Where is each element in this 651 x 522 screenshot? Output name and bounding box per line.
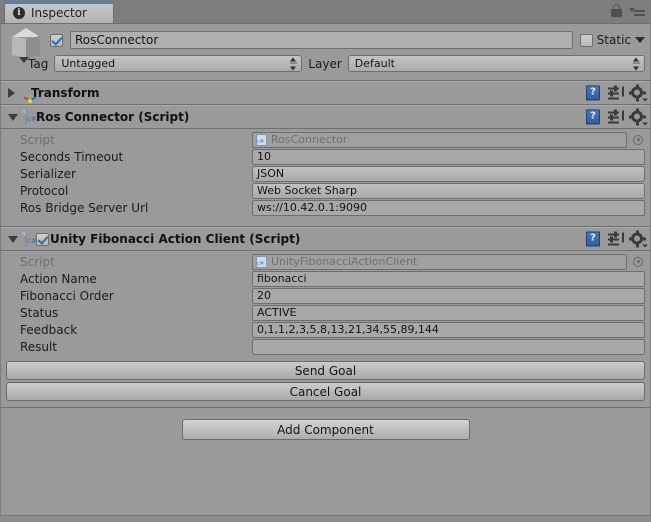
tab-inspector[interactable]: i Inspector (4, 1, 114, 23)
property-row-script: Script UnityFibonacciActionClient (6, 253, 645, 270)
csharp-script-icon (256, 133, 267, 146)
gameobject-name-input[interactable]: RosConnector (70, 31, 573, 49)
chevron-updown-icon (290, 57, 298, 70)
hamburger-menu-icon[interactable] (629, 5, 645, 16)
component-title-transform: Transform (31, 86, 100, 100)
send-goal-button[interactable]: Send Goal (6, 361, 645, 380)
static-group: Static (579, 33, 645, 47)
tabbar-right-tools (611, 4, 645, 17)
lock-icon[interactable] (611, 4, 622, 17)
component-header-ros-connector[interactable]: Ros Connector (Script) (0, 105, 651, 129)
csharp-script-icon (25, 231, 27, 247)
serializer-dropdown[interactable]: JSON (252, 165, 645, 182)
add-component-button[interactable]: Add Component (181, 419, 470, 440)
feedback-input[interactable]: 0,1,1,2,3,5,8,13,21,34,55,89,144 (252, 321, 645, 338)
info-icon: i (13, 7, 25, 19)
object-picker-icon[interactable] (631, 133, 645, 147)
gear-icon[interactable] (629, 230, 648, 248)
protocol-dropdown[interactable]: Web Socket Sharp (252, 182, 645, 199)
preset-icon[interactable] (608, 109, 624, 124)
properties-ros-connector: Script RosConnector Seconds Timeout 10 S… (0, 129, 651, 220)
property-label: Seconds Timeout (20, 149, 124, 164)
property-row-ros-bridge-server-url: Ros Bridge Server Url ws://10.42.0.1:909… (6, 199, 645, 216)
seconds-timeout-input[interactable]: 10 (252, 148, 645, 165)
property-label: Serializer (20, 166, 76, 181)
cancel-goal-button[interactable]: Cancel Goal (6, 382, 645, 401)
help-icon[interactable] (586, 231, 600, 247)
foldout-expanded-icon[interactable] (8, 113, 18, 121)
panel-edge-left (0, 23, 1, 522)
layer-dropdown[interactable]: Default (347, 55, 645, 72)
help-icon[interactable] (586, 109, 600, 125)
property-label: Action Name (20, 271, 97, 286)
foldout-collapsed-icon[interactable] (8, 88, 15, 98)
script-object-field[interactable]: UnityFibonacciActionClient (252, 253, 627, 270)
gameobject-header: RosConnector Static Tag Untagged Layer D… (0, 24, 651, 81)
property-row-serializer: Serializer JSON (6, 165, 645, 182)
add-component-area: Add Component (0, 408, 651, 440)
component-tools (586, 108, 648, 126)
property-row-script: Script RosConnector (6, 131, 645, 148)
script-object-field[interactable]: RosConnector (252, 131, 627, 148)
chevron-updown-icon (633, 167, 640, 180)
gameobject-name-row: RosConnector Static (50, 31, 645, 49)
chevron-updown-icon (633, 57, 640, 70)
foldout-expanded-icon[interactable] (8, 235, 18, 243)
action-name-input[interactable]: fibonacci (252, 270, 645, 287)
property-value: Web Socket Sharp (257, 183, 357, 197)
tab-inspector-label: Inspector (31, 6, 87, 20)
object-picker-icon[interactable] (631, 255, 645, 269)
tag-value: Untagged (61, 57, 116, 70)
component-header-transform[interactable]: Transform (0, 81, 651, 105)
property-label: Fibonacci Order (20, 288, 114, 303)
inspector-tabbar: i Inspector (0, 0, 651, 24)
property-label: Script (20, 132, 55, 147)
gear-icon[interactable] (629, 84, 648, 102)
property-label: Status (20, 305, 59, 320)
status-input[interactable]: ACTIVE (252, 304, 645, 321)
property-row-action-name: Action Name fibonacci (6, 270, 645, 287)
ros-bridge-server-url-input[interactable]: ws://10.42.0.1:9090 (252, 199, 645, 216)
static-label: Static (596, 33, 631, 47)
property-row-feedback: Feedback 0,1,1,2,3,5,8,13,21,34,55,89,14… (6, 321, 645, 338)
csharp-script-icon (256, 255, 267, 268)
property-value: UnityFibonacciActionClient (271, 254, 418, 268)
result-input[interactable] (252, 338, 645, 355)
gameobject-active-checkbox[interactable] (50, 33, 63, 47)
property-row-protocol: Protocol Web Socket Sharp (6, 182, 645, 199)
layer-value: Default (354, 57, 395, 70)
fibonacci-order-input[interactable]: 20 (252, 287, 645, 304)
property-label: Script (20, 254, 55, 269)
gear-icon[interactable] (629, 108, 648, 126)
static-dropdown-icon[interactable] (635, 37, 645, 43)
property-label: Ros Bridge Server Url (20, 200, 149, 215)
component-title-ros-connector: Ros Connector (Script) (36, 110, 190, 124)
tag-dropdown[interactable]: Untagged (54, 55, 303, 72)
property-label: Protocol (20, 183, 69, 198)
property-label: Result (20, 339, 58, 354)
property-label: Feedback (20, 322, 78, 337)
preset-icon[interactable] (608, 85, 624, 100)
help-icon[interactable] (586, 85, 600, 101)
preset-icon[interactable] (608, 231, 624, 246)
properties-unity-fibonacci-action-client: Script UnityFibonacciActionClient Action… (0, 251, 651, 359)
static-checkbox[interactable] (579, 33, 593, 47)
component-tools (586, 230, 648, 248)
property-row-result: Result (6, 338, 645, 355)
property-row-fibonacci-order: Fibonacci Order 20 (6, 287, 645, 304)
tag-label: Tag (28, 56, 49, 71)
tag-layer-row: Tag Untagged Layer Default (28, 55, 645, 72)
csharp-script-icon (25, 109, 27, 125)
component-title-unity-fibonacci-action-client: Unity Fibonacci Action Client (Script) (50, 232, 301, 246)
component-header-unity-fibonacci-action-client[interactable]: Unity Fibonacci Action Client (Script) (0, 227, 651, 251)
property-row-status: Status ACTIVE (6, 304, 645, 321)
chevron-updown-icon (633, 184, 640, 197)
component-tools (586, 84, 648, 102)
property-row-seconds-timeout: Seconds Timeout 10 (6, 148, 645, 165)
layer-label: Layer (308, 56, 342, 71)
component-enable-checkbox[interactable] (36, 232, 49, 246)
property-value: RosConnector (271, 132, 348, 146)
property-value: JSON (257, 166, 285, 180)
panel-bottom-strip (0, 515, 651, 522)
